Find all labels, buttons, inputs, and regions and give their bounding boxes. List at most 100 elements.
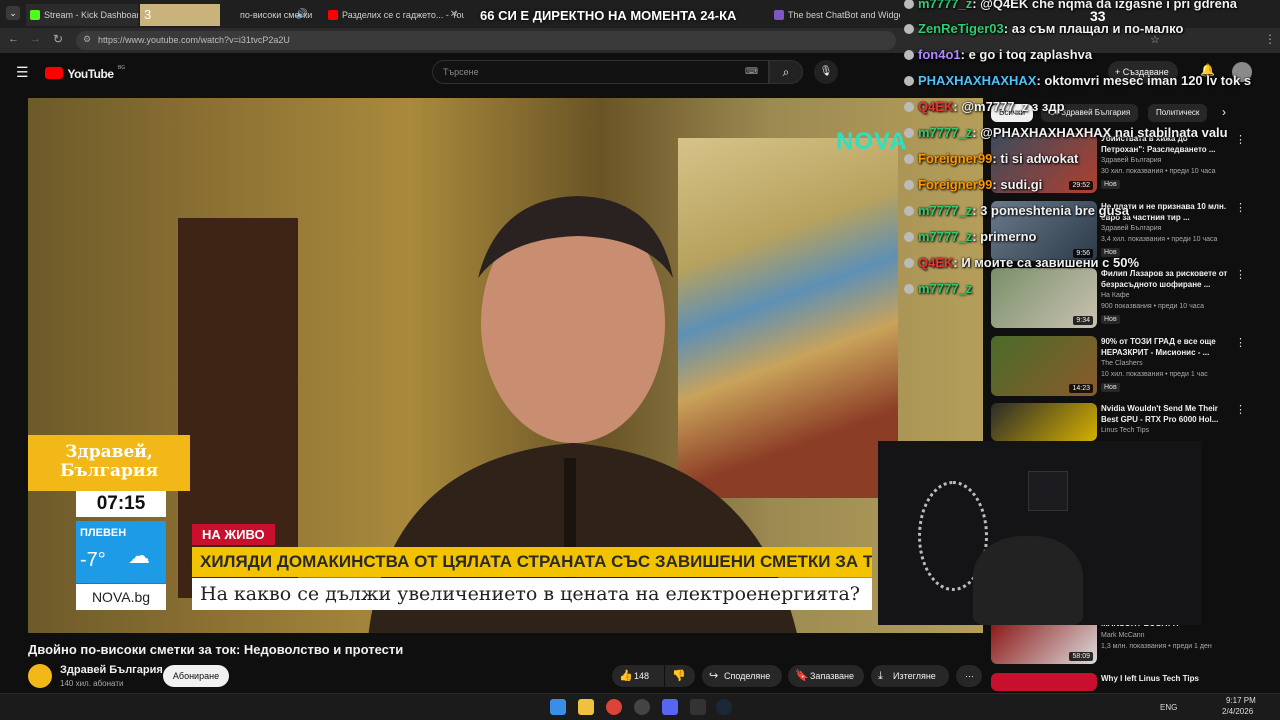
video-title: Двойно по-високи сметки за ток: Недоволс…	[28, 642, 404, 657]
chat-message: Foreigner99: sudi.gi	[904, 177, 1042, 192]
chat-message: PHAXHAXHAXHAX: oktomvri mesec iman 120 l…	[904, 73, 1251, 88]
hamburger-menu-icon[interactable]: ☰	[16, 64, 29, 81]
forward-icon[interactable]: →	[30, 33, 41, 45]
share-icon: ↪	[709, 670, 719, 682]
chat-text: : ti si adwokat	[992, 151, 1079, 166]
voice-search-button[interactable]: 🎙	[814, 60, 838, 84]
chat-message: m7777_z: @Q4EK che nqma da izgasne i pri…	[904, 0, 1237, 11]
recommendation-item[interactable]: 14:23 90% от ТОЗИ ГРАД е все още НЕРАЗКР…	[991, 336, 1261, 398]
share-button[interactable]: ↪ Споделяне	[702, 665, 782, 687]
video-player[interactable]: NOVA Здравей, България 07:15 ПЛЕВЕН -7° …	[28, 98, 983, 633]
chat-text: : @Q4EK che nqma da izgasne i pri gdrena	[972, 0, 1238, 11]
chip-political[interactable]: Политическ	[1148, 104, 1208, 122]
more-actions-button[interactable]: ⋯	[956, 665, 982, 687]
kick-icon	[30, 10, 40, 20]
dislike-button[interactable]: 👎	[665, 665, 695, 687]
chat-user: Q4EK	[918, 99, 954, 114]
chat-avatar	[904, 258, 914, 268]
chat-text: : @m7777_z з здр	[953, 99, 1065, 114]
tab-youtube-breakup[interactable]: Разделих се с гаджето... - YouT ✕	[324, 4, 464, 26]
download-button[interactable]: ⤓ Изтегляне	[871, 665, 949, 687]
channel-name[interactable]: Здравей България	[60, 664, 163, 676]
rec-channel: The Clashers	[1101, 360, 1143, 367]
more-options-icon[interactable]: ⋮	[1235, 201, 1246, 214]
tab-kick-dashboard[interactable]: Stream - Kick Dashboard	[26, 4, 138, 26]
search-input[interactable]: Търсене ⌨	[432, 60, 769, 84]
rec-title: Why I left Linus Tech Tips	[1101, 674, 1199, 683]
taskbar-time[interactable]: 9:17 PM	[1226, 696, 1256, 705]
recommendation-item[interactable]: Why I left Linus Tech Tips	[991, 673, 1261, 693]
duration: 9:34	[1073, 316, 1093, 325]
reload-icon[interactable]: ↻	[53, 32, 63, 46]
recommendation-item[interactable]: 58:09 MANSORY BUGATTI Mark McCann 1,3 мл…	[991, 618, 1261, 680]
close-icon[interactable]: ✕	[450, 4, 458, 26]
tab-menu-icon[interactable]: ⌄	[6, 6, 20, 20]
chat-text: : аз съм плащал и по-малко	[1003, 21, 1184, 36]
url-field[interactable]: https://www.youtube.com/watch?v=i31tvcP2…	[76, 31, 896, 50]
recommendation-item[interactable]: 9:34 Филип Лазаров за рисковете от безра…	[991, 268, 1261, 330]
rec-channel: Здравей България	[1101, 157, 1162, 164]
search-icon: ⌕	[782, 65, 790, 79]
chat-message: m7777_z: primerno	[904, 229, 1037, 244]
chat-avatar	[904, 232, 914, 242]
chat-text: : @PHAXHAXHAXHAX nai stabilnata valu	[972, 125, 1228, 140]
rec-channel: На Кафе	[1101, 292, 1130, 299]
weather-temperature: -7°	[80, 549, 106, 571]
more-options-icon[interactable]: ⋮	[1235, 268, 1246, 281]
terminal-icon[interactable]	[690, 699, 706, 715]
search-button[interactable]: ⌕	[769, 60, 803, 84]
back-icon[interactable]: ←	[8, 33, 19, 45]
stream-title: 66 СИ Е ДИРЕКТНО НА МОМЕНТА 24-КА	[480, 8, 737, 23]
chat-avatar	[904, 154, 914, 164]
taskbar-date[interactable]: 2/4/2026	[1222, 707, 1253, 716]
duration: 29:52	[1069, 181, 1093, 190]
search-placeholder: Търсене	[443, 67, 479, 77]
youtube-logo[interactable]: YouTube BG	[45, 65, 125, 83]
weather-city: ПЛЕВЕН	[80, 527, 127, 539]
chat-user: m7777_z	[918, 125, 973, 140]
file-explorer-icon[interactable]	[578, 699, 594, 715]
discord-icon[interactable]	[662, 699, 678, 715]
site-settings-icon[interactable]: ⚙	[83, 34, 91, 45]
tab-label: The best ChatBot and Widgets	[788, 10, 900, 20]
chat-text: : 3 pomeshtenia bre gusa	[972, 203, 1129, 218]
chat-user: m7777_z	[918, 0, 973, 11]
tab-chatbot[interactable]: The best ChatBot and Widgets	[770, 4, 900, 26]
chat-user: m7777_z	[918, 203, 973, 218]
youtube-logo-icon	[45, 67, 63, 79]
keyboard-icon[interactable]: ⌨	[745, 66, 758, 77]
save-label: Запазване	[810, 671, 855, 681]
like-count: 148	[634, 671, 650, 681]
windows-start-icon[interactable]	[550, 699, 566, 715]
chat-user: Foreigner99	[918, 177, 993, 192]
chat-text: : И моите са завишени с 50%	[953, 255, 1140, 270]
chat-avatar	[904, 180, 914, 190]
browser-menu-icon[interactable]: ⋮	[1264, 32, 1276, 46]
obs-icon[interactable]	[634, 699, 650, 715]
save-button[interactable]: 🔖 Запазване	[788, 665, 864, 687]
thumbs-up-icon: 👍	[619, 670, 633, 682]
chevron-right-icon[interactable]: ›	[1222, 105, 1226, 119]
tab-counter[interactable]: 3	[140, 4, 220, 26]
video-thumbnail: 9:34	[991, 268, 1097, 328]
chat-message: Foreigner99: ti si adwokat	[904, 151, 1078, 166]
rec-meta: 900 показвания • преди 10 часа	[1101, 303, 1205, 310]
channel-avatar[interactable]	[28, 664, 52, 688]
more-options-icon[interactable]: ⋮	[1235, 336, 1246, 349]
rec-meta: 30 хил. показвания • преди 10 часа	[1101, 168, 1216, 175]
tab-power-bills[interactable]: по-високи сметки 🔊	[222, 4, 314, 26]
like-button[interactable]: 👍 148	[612, 665, 664, 687]
language-indicator[interactable]: ENG	[1160, 703, 1177, 712]
subscribe-button[interactable]: Абониране	[163, 665, 229, 687]
tab-label: Stream - Kick Dashboard	[44, 10, 138, 20]
more-options-icon[interactable]: ⋮	[1235, 403, 1246, 416]
audio-icon[interactable]: 🔊	[296, 4, 308, 26]
steam-icon[interactable]	[716, 699, 732, 715]
rec-meta: 3,4 хил. показвания • преди 10 часа	[1101, 236, 1218, 243]
more-options-icon[interactable]: ⋮	[1235, 133, 1246, 146]
chat-user: Foreigner99	[918, 151, 993, 166]
chrome-icon[interactable]	[606, 699, 622, 715]
chat-avatar	[904, 76, 914, 86]
youtube-logo-text: YouTube	[67, 67, 114, 81]
chat-text: : e go i toq zaplashva	[960, 47, 1093, 62]
